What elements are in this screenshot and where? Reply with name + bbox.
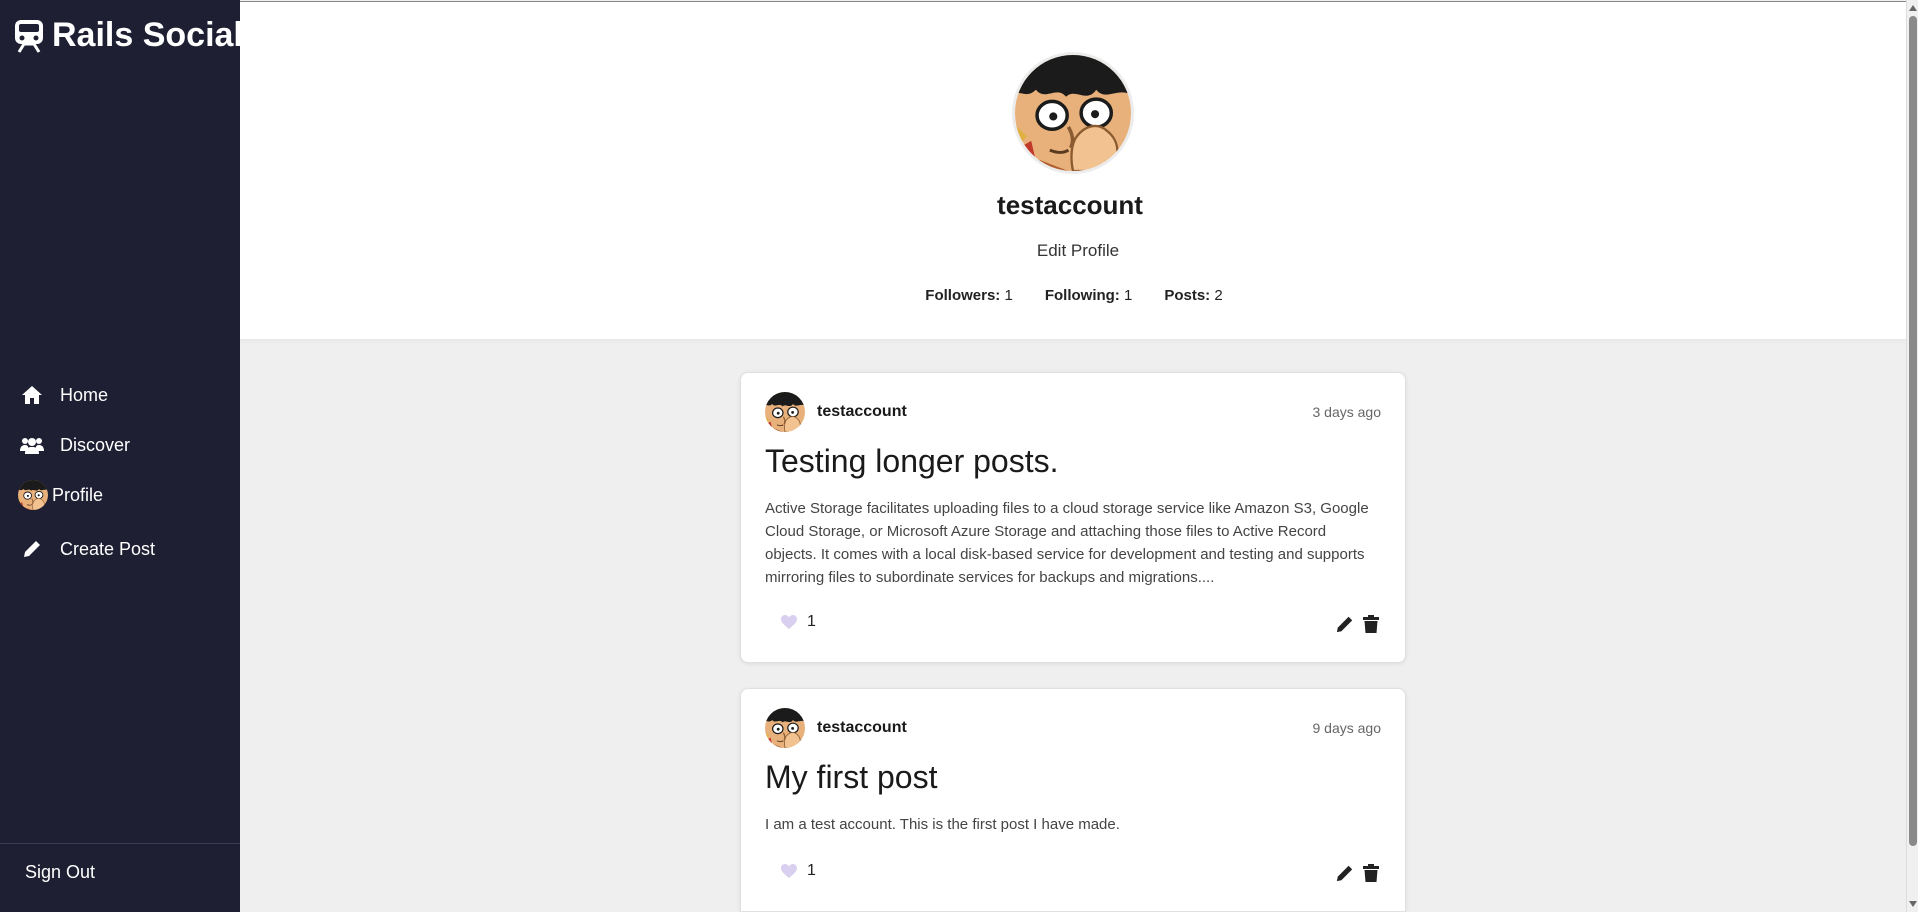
post-author[interactable]: testaccount bbox=[817, 719, 907, 737]
post-card[interactable]: testaccount 3 days ago Testing longer po… bbox=[740, 372, 1406, 663]
like-button[interactable]: 1 bbox=[781, 862, 816, 880]
main-content: testaccount Edit Profile Followers: 1 Fo… bbox=[240, 0, 1906, 912]
posts-count: 2 bbox=[1214, 287, 1223, 304]
trash-icon bbox=[1363, 864, 1379, 882]
posts-stat: Posts: 2 bbox=[1164, 287, 1222, 304]
profile-avatar bbox=[1012, 52, 1134, 174]
brand[interactable]: Rails Social bbox=[14, 16, 243, 55]
followers-count: 1 bbox=[1004, 287, 1013, 304]
home-icon bbox=[20, 384, 44, 406]
following-count: 1 bbox=[1123, 287, 1133, 304]
post-title[interactable]: My first post bbox=[765, 759, 937, 796]
profile-username: testaccount bbox=[997, 190, 1143, 220]
like-count: 1 bbox=[807, 613, 816, 630]
post-author[interactable]: testaccount bbox=[817, 403, 907, 421]
sign-out-button[interactable]: Sign Out bbox=[25, 862, 95, 883]
avatar[interactable] bbox=[765, 392, 805, 432]
train-icon bbox=[14, 19, 44, 53]
sidebar-nav: Home Discover Profile Create Post bbox=[0, 370, 240, 574]
sidebar-item-home[interactable]: Home bbox=[0, 370, 240, 420]
sidebar-item-create-post[interactable]: Create Post bbox=[0, 524, 240, 574]
pencil-icon bbox=[20, 538, 44, 560]
edit-post-button[interactable] bbox=[1335, 614, 1355, 634]
post-title[interactable]: Testing longer posts. bbox=[765, 443, 1059, 480]
vertical-scrollbar[interactable] bbox=[1906, 0, 1918, 912]
sidebar-item-profile[interactable]: Profile bbox=[0, 470, 240, 520]
post-body: I am a test account. This is the first p… bbox=[765, 816, 1120, 833]
sidebar-footer: Sign Out bbox=[0, 843, 240, 912]
scroll-down-arrow-icon[interactable] bbox=[1908, 898, 1918, 910]
followers-label: Followers: bbox=[925, 287, 1001, 304]
posts-label: Posts: bbox=[1164, 287, 1211, 304]
heart-icon bbox=[781, 863, 797, 879]
like-button[interactable]: 1 bbox=[781, 613, 816, 631]
scrollbar-thumb[interactable] bbox=[1909, 16, 1917, 846]
sidebar-item-label: Create Post bbox=[60, 538, 156, 559]
post-actions bbox=[1335, 863, 1381, 883]
trash-icon bbox=[1363, 615, 1379, 633]
post-actions bbox=[1335, 614, 1381, 634]
edit-profile-link[interactable]: Edit Profile bbox=[240, 241, 1906, 261]
sidebar-item-label: Discover bbox=[60, 434, 131, 455]
sidebar-item-discover[interactable]: Discover bbox=[0, 420, 240, 470]
sidebar: Rails Social Home Discover Profile Creat… bbox=[0, 0, 243, 912]
pencil-icon bbox=[1336, 616, 1353, 633]
following-label: Following: bbox=[1044, 287, 1120, 304]
followers-stat[interactable]: Followers: 1 bbox=[925, 287, 1013, 304]
edit-post-button[interactable] bbox=[1335, 863, 1355, 883]
post-card[interactable]: testaccount 9 days ago My first post I a… bbox=[740, 688, 1406, 912]
delete-post-button[interactable] bbox=[1361, 614, 1381, 634]
pencil-icon bbox=[1336, 865, 1353, 882]
app-window: Rails Social Home Discover Profile Creat… bbox=[0, 0, 1918, 912]
like-count: 1 bbox=[807, 862, 816, 879]
post-body: Active Storage facilitates uploading fil… bbox=[765, 500, 1369, 586]
heart-icon bbox=[781, 614, 797, 630]
delete-post-button[interactable] bbox=[1361, 863, 1381, 883]
profile-stats: Followers: 1 Following: 1 Posts: 2 bbox=[240, 287, 1906, 304]
following-stat[interactable]: Following: 1 bbox=[1045, 287, 1133, 304]
avatar bbox=[18, 480, 48, 510]
scroll-up-arrow-icon[interactable] bbox=[1908, 2, 1918, 14]
post-timestamp: 9 days ago bbox=[1312, 720, 1382, 736]
profile-header: testaccount Edit Profile Followers: 1 Fo… bbox=[240, 1, 1906, 339]
sidebar-item-label: Profile bbox=[52, 484, 104, 505]
brand-name: Rails Social bbox=[52, 16, 243, 54]
post-timestamp: 3 days ago bbox=[1312, 404, 1382, 420]
users-icon bbox=[20, 434, 44, 456]
sidebar-item-label: Home bbox=[60, 384, 109, 405]
avatar[interactable] bbox=[765, 708, 805, 748]
